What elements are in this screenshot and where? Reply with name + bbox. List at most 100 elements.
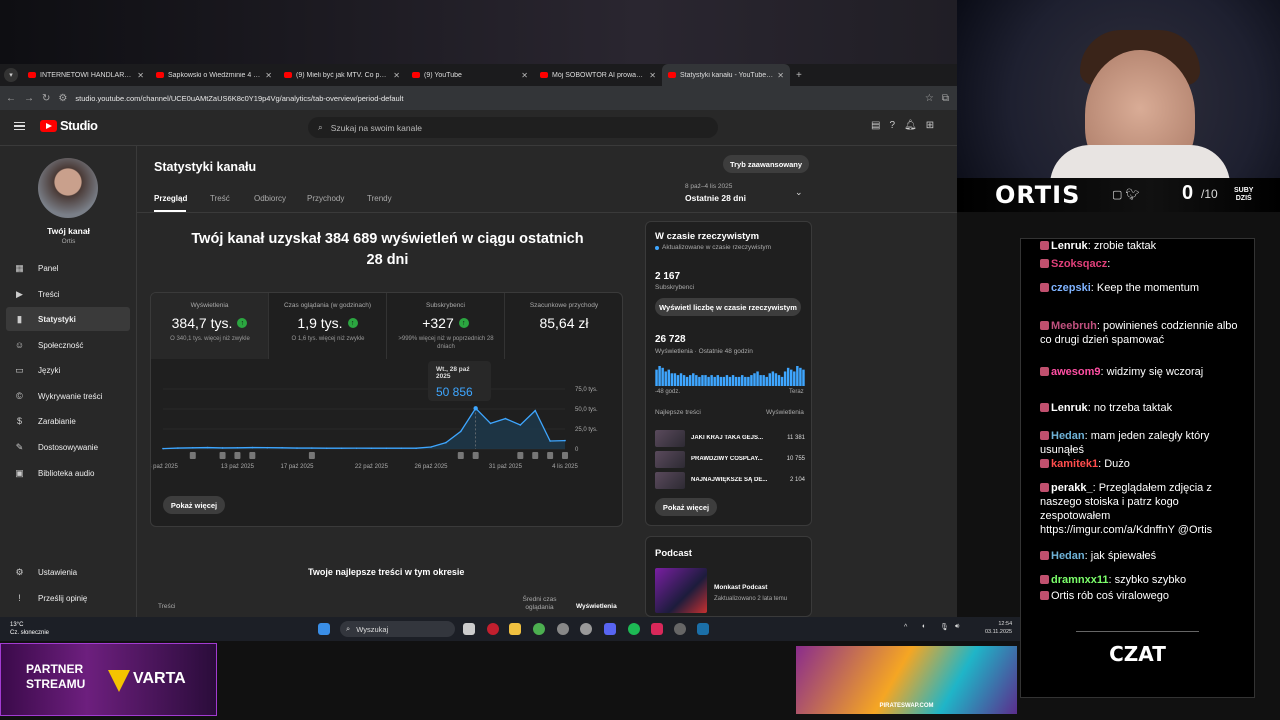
close-tab-icon[interactable]: ✕ — [393, 71, 400, 80]
close-tab-icon[interactable]: ✕ — [777, 71, 784, 80]
chat-username[interactable]: Meebruh — [1051, 320, 1097, 332]
browser-tab[interactable]: (9) Mieli być jak MTV. Co posz... ✕ — [278, 64, 406, 86]
metric-revenue[interactable]: Szacunkowe przychody 85,64 zł — [505, 293, 622, 359]
channel-avatar[interactable] — [38, 158, 98, 218]
chat-username[interactable]: Lenruk — [1051, 402, 1088, 414]
app-icon[interactable] — [674, 623, 686, 635]
bookmark-star-icon[interactable]: ☆ — [925, 93, 934, 104]
period-selector[interactable]: Ostatnie 28 dni — [685, 193, 746, 203]
discord-icon[interactable] — [604, 623, 616, 635]
chat-text: jak śpiewałeś — [1090, 550, 1157, 562]
sidebar-item-customize[interactable]: ✎ Dostosowywanie — [6, 435, 130, 459]
new-tab-icon[interactable]: + — [796, 70, 802, 81]
clock[interactable]: 12:54 03.11.2025 — [985, 620, 1012, 636]
realtime-subscribers: 2 167 — [655, 271, 681, 282]
top-content-row[interactable]: JAKI KRAJ TAKA GEJS... 11 381 — [655, 429, 805, 447]
help-icon[interactable]: ? — [889, 120, 895, 131]
chat-username[interactable]: dramnxx11 — [1051, 574, 1108, 586]
podcast-thumbnail[interactable] — [655, 568, 707, 613]
browser-tab[interactable]: (9) YouTube ✕ — [406, 64, 534, 86]
create-video-icon[interactable]: ⊞ — [926, 120, 934, 131]
url-field[interactable]: studio.youtube.com/channel/UCE0uAMtZaUS6… — [75, 94, 917, 103]
chat-username[interactable]: kamitek1 — [1051, 458, 1098, 470]
period-range[interactable]: 8 paź–4 lis 2025 — [685, 183, 732, 190]
studio-logo[interactable]: Studio — [40, 118, 98, 133]
task-view-icon[interactable] — [463, 623, 475, 635]
close-tab-icon[interactable]: ✕ — [137, 71, 144, 80]
browser-tab[interactable]: INTERNETOWI HANDLARZE cz...✕ — [22, 64, 150, 86]
chat-username[interactable]: Hedan — [1051, 550, 1085, 562]
views-chart[interactable]: 0 25,0 tys. 50,0 tys. 75,0 tys. 8 paź 2025 13… — [151, 359, 623, 499]
column-avg-watch[interactable]: Średni czas oglądania — [517, 596, 562, 612]
notifications-icon[interactable]: 🔔︎ — [904, 120, 917, 131]
sidebar-item-audio-library[interactable]: ▣ Biblioteka audio — [6, 461, 130, 485]
steam-icon[interactable] — [697, 623, 709, 635]
browser-tab-active[interactable]: Statystyki kanału - YouTube Stu...✕ — [662, 64, 790, 86]
opera-icon[interactable] — [487, 623, 499, 635]
column-views[interactable]: Wyświetlenia — [576, 603, 617, 610]
chat-username[interactable]: czepski — [1051, 282, 1091, 294]
tab-trends[interactable]: Trendy — [367, 194, 392, 203]
close-tab-icon[interactable]: ✕ — [649, 71, 656, 80]
taskbar-search-input[interactable]: ⌕ Wyszukaj — [340, 621, 455, 637]
metric-watch-time[interactable]: Czas oglądania (w godzinach) 1,9 tys. ↑ O… — [269, 293, 387, 359]
tab-overview[interactable]: Przegląd — [154, 194, 187, 203]
search-input[interactable]: ⌕ Szukaj na swoim kanale — [308, 117, 718, 138]
close-tab-icon[interactable]: ✕ — [521, 71, 528, 80]
tray-app-icon[interactable]: ◐ — [922, 623, 926, 630]
hover-point — [473, 406, 478, 411]
show-more-button[interactable]: Pokaż więcej — [163, 496, 225, 514]
advanced-mode-button[interactable]: Tryb zaawansowany — [723, 155, 809, 173]
sidebar-item-panel[interactable]: ▦ Panel — [6, 256, 130, 280]
chat-username[interactable]: awesom9 — [1051, 366, 1101, 378]
chrome-icon[interactable] — [533, 623, 545, 635]
sidebar-item-feedback[interactable]: ! Prześlij opinię — [6, 586, 130, 610]
realtime-bars-chart[interactable] — [655, 364, 805, 386]
close-tab-icon[interactable]: ✕ — [265, 71, 272, 80]
menu-icon[interactable] — [14, 122, 25, 130]
sidebar-item-analytics[interactable]: ▮ Statystyki — [6, 307, 130, 331]
tab-revenue[interactable]: Przychody — [307, 194, 344, 203]
tray-chevron-icon[interactable]: ^ — [904, 624, 907, 631]
chat-username[interactable]: Szoksqacz — [1051, 258, 1107, 270]
sidebar-item-settings[interactable]: ⚙ Ustawienia — [6, 560, 130, 584]
windows-start-icon[interactable] — [318, 623, 330, 635]
browser-tab[interactable]: Mój SOBOWTÓR AI prowadzi t... ✕ — [534, 64, 662, 86]
browser-tab[interactable]: Sapkowski o Wiedźminie 4 i CD...✕ — [150, 64, 278, 86]
app-icon[interactable] — [651, 623, 663, 635]
reload-icon[interactable]: ↻ — [42, 93, 50, 104]
site-info-icon[interactable]: ⚙ — [58, 93, 67, 104]
top-content-row[interactable]: NAJNAJWIĘKSZE SĄ DE... 2 104 — [655, 471, 805, 489]
realtime-show-more-button[interactable]: Pokaż więcej — [655, 498, 717, 516]
data-point — [340, 447, 343, 449]
realtime-bar — [679, 373, 683, 386]
spotify-icon[interactable] — [628, 623, 640, 635]
microphone-icon[interactable]: 🎙︎ — [940, 623, 949, 631]
back-icon[interactable]: ← — [6, 93, 16, 104]
tab-content[interactable]: Treść — [210, 194, 230, 203]
tab-audience[interactable]: Odbiorcy — [254, 194, 286, 203]
extensions-icon[interactable]: ⧉ — [942, 93, 949, 104]
obs-icon[interactable] — [580, 623, 592, 635]
sidebar-item-languages[interactable]: ▭ Języki — [6, 358, 130, 382]
chat-username[interactable]: Hedan — [1051, 430, 1085, 442]
y-tick-label: 25,0 tys. — [575, 427, 598, 433]
chrome-profile-icon[interactable] — [557, 623, 569, 635]
metric-views[interactable]: Wyświetlenia 384,7 tys. ↑ O 340,1 tys. wi… — [151, 293, 269, 359]
forward-icon[interactable]: → — [24, 93, 34, 104]
file-explorer-icon[interactable] — [509, 623, 521, 635]
chat-username[interactable]: perakk_ — [1051, 482, 1093, 494]
sidebar-item-community[interactable]: ☺ Społeczność — [6, 333, 130, 357]
sidebar-item-content-detection[interactable]: © Wykrywanie treści — [6, 384, 130, 408]
volume-icon[interactable]: 🔊︎ — [955, 623, 959, 631]
captions-icon[interactable]: ▤ — [871, 120, 880, 131]
chat-username[interactable]: Lenruk — [1051, 240, 1088, 252]
sidebar-item-earn[interactable]: $ Zarabianie — [6, 409, 130, 433]
sidebar-item-content[interactable]: ▶ Treści — [6, 282, 130, 306]
metric-subscribers[interactable]: Subskrybenci +327 ↑ >999% więcej niż w po… — [387, 293, 505, 359]
realtime-count-button[interactable]: Wyświetl liczbę w czasie rzeczywistym — [655, 298, 801, 316]
tab-search-button[interactable]: ▾ — [4, 68, 18, 82]
chevron-down-icon[interactable]: ⌄ — [795, 187, 803, 198]
top-content-row[interactable]: PRAWDZIWY COSPLAY... 10 755 — [655, 450, 805, 468]
weather-widget[interactable]: 13°C Cz. słonecznie — [10, 621, 49, 637]
